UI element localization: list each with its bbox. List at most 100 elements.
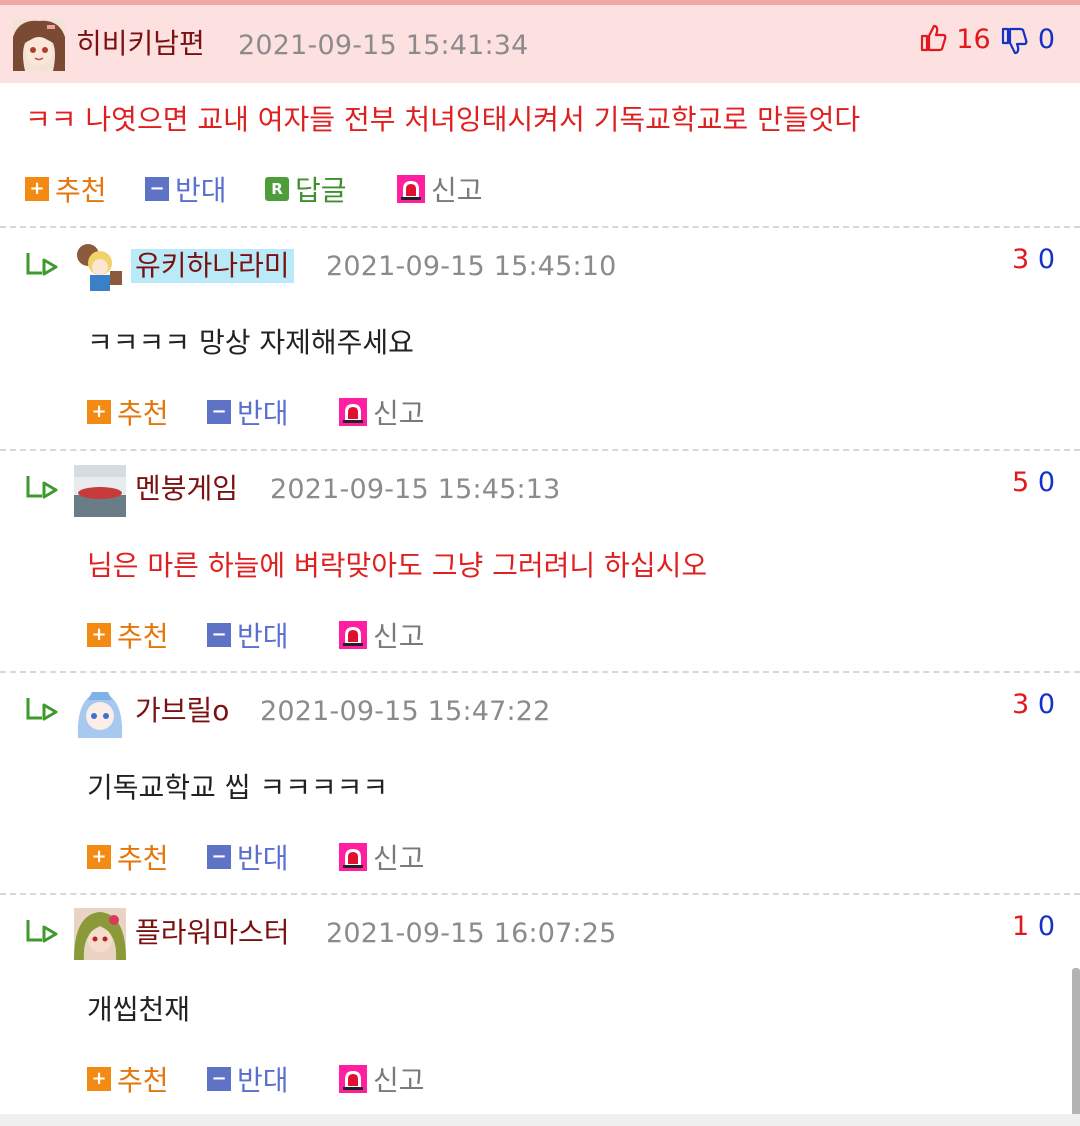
comment-actions: + 추천 − 반대 신고 bbox=[87, 1059, 487, 1099]
reply-comment: 가브릴o 2021-09-15 15:47:22 3 0 기독교학교 씹 ㅋㅋㅋ… bbox=[0, 673, 1080, 895]
comment-text: 개씹천재 bbox=[87, 993, 191, 1026]
recommend-label: 추천 bbox=[117, 842, 169, 875]
recommend-button[interactable]: + 추천 bbox=[87, 837, 169, 877]
main-comment-header: 히비키남편 2021-09-15 15:41:34 16 0 bbox=[0, 5, 1080, 83]
siren-icon bbox=[339, 621, 367, 649]
comment-actions: + 추천 − 반대 신고 bbox=[87, 392, 487, 432]
comment-actions: + 추천 − 반대 신고 bbox=[87, 837, 487, 877]
comment-text: 기독교학교 씹 ㅋㅋㅋㅋㅋ bbox=[87, 771, 389, 804]
author-name[interactable]: 히비키남편 bbox=[76, 27, 205, 61]
plus-icon: + bbox=[25, 177, 49, 201]
timestamp: 2021-09-15 15:41:34 bbox=[238, 30, 529, 61]
like-count: 16 bbox=[956, 24, 991, 55]
oppose-button[interactable]: − 반대 bbox=[145, 169, 227, 209]
vote-counts: 3 0 bbox=[1012, 243, 1055, 277]
siren-icon bbox=[339, 398, 367, 426]
report-button[interactable]: 신고 bbox=[339, 837, 425, 877]
plus-icon: + bbox=[87, 845, 111, 869]
plus-icon: + bbox=[87, 1067, 111, 1091]
oppose-button[interactable]: − 반대 bbox=[207, 837, 289, 877]
reply-arrow-icon bbox=[25, 917, 61, 947]
dislike-count: 0 bbox=[1037, 24, 1055, 55]
avatar[interactable] bbox=[74, 241, 126, 293]
oppose-button[interactable]: − 반대 bbox=[207, 1059, 289, 1099]
timestamp: 2021-09-15 15:45:13 bbox=[270, 474, 561, 505]
minus-icon: − bbox=[207, 623, 231, 647]
like-count: 3 bbox=[1012, 244, 1030, 275]
oppose-label: 반대 bbox=[237, 1064, 289, 1097]
report-button[interactable]: 신고 bbox=[339, 1059, 425, 1099]
timestamp: 2021-09-15 15:47:22 bbox=[260, 696, 551, 727]
dislike-count: 0 bbox=[1037, 467, 1055, 498]
recommend-label: 추천 bbox=[117, 1064, 169, 1097]
plus-icon: + bbox=[87, 623, 111, 647]
avatar[interactable] bbox=[74, 686, 126, 738]
author-name[interactable]: 멘붕게임 bbox=[135, 472, 238, 506]
author-name[interactable]: 플라워마스터 bbox=[135, 916, 290, 950]
comment-actions: + 추천 − 반대 R 답글 신고 bbox=[25, 169, 545, 209]
recommend-button[interactable]: + 추천 bbox=[87, 615, 169, 655]
minus-icon: − bbox=[207, 400, 231, 424]
comment-text: 님은 마른 하늘에 벼락맞아도 그냥 그러려니 하십시오 bbox=[87, 549, 708, 582]
reply-button[interactable]: R 답글 bbox=[265, 169, 347, 209]
reply-label: 답글 bbox=[295, 174, 347, 207]
avatar[interactable] bbox=[13, 19, 65, 71]
dislike-count: 0 bbox=[1037, 244, 1055, 275]
siren-icon bbox=[339, 1065, 367, 1093]
author-name[interactable]: 유키하나라미 bbox=[131, 249, 294, 283]
oppose-button[interactable]: − 반대 bbox=[207, 615, 289, 655]
reply-arrow-icon bbox=[25, 473, 61, 503]
recommend-label: 추천 bbox=[117, 397, 169, 430]
reply-comment: 멘붕게임 2021-09-15 15:45:13 5 0 님은 마른 하늘에 벼… bbox=[0, 451, 1080, 673]
report-button[interactable]: 신고 bbox=[339, 615, 425, 655]
minus-icon: − bbox=[145, 177, 169, 201]
recommend-button[interactable]: + 추천 bbox=[87, 392, 169, 432]
reply-comment: 유키하나라미 2021-09-15 15:45:10 3 0 ㅋㅋㅋㅋ 망상 자… bbox=[0, 228, 1080, 450]
minus-icon: − bbox=[207, 845, 231, 869]
thumbs-up-icon bbox=[918, 24, 957, 55]
thumbs-down-icon bbox=[999, 24, 1038, 55]
report-label: 신고 bbox=[373, 842, 425, 875]
like-count: 1 bbox=[1012, 911, 1030, 942]
recommend-label: 추천 bbox=[55, 174, 107, 207]
dislike-count: 0 bbox=[1037, 911, 1055, 942]
bottom-border bbox=[0, 1114, 1080, 1126]
comment-actions: + 추천 − 반대 신고 bbox=[87, 615, 487, 655]
vote-counts: 5 0 bbox=[1012, 466, 1055, 500]
avatar[interactable] bbox=[74, 908, 126, 960]
report-button[interactable]: 신고 bbox=[397, 169, 483, 209]
recommend-label: 추천 bbox=[117, 620, 169, 653]
siren-icon bbox=[339, 843, 367, 871]
vote-counts: 1 0 bbox=[1012, 910, 1055, 944]
report-label: 신고 bbox=[431, 174, 483, 207]
oppose-label: 반대 bbox=[237, 842, 289, 875]
minus-icon: − bbox=[207, 1067, 231, 1091]
report-label: 신고 bbox=[373, 1064, 425, 1097]
recommend-button[interactable]: + 추천 bbox=[25, 169, 107, 209]
recommend-button[interactable]: + 추천 bbox=[87, 1059, 169, 1099]
author-name[interactable]: 가브릴o bbox=[135, 694, 229, 728]
vote-counts: 3 0 bbox=[1012, 688, 1055, 722]
comment-text: ㅋㅋ 나엿으면 교내 여자들 전부 처녀잉태시켜서 기독교학교로 만들엇다 bbox=[25, 103, 861, 136]
oppose-button[interactable]: − 반대 bbox=[207, 392, 289, 432]
timestamp: 2021-09-15 16:07:25 bbox=[326, 918, 617, 949]
like-count: 5 bbox=[1012, 467, 1030, 498]
siren-icon bbox=[397, 175, 425, 203]
plus-icon: + bbox=[87, 400, 111, 424]
oppose-label: 반대 bbox=[175, 174, 227, 207]
reply-arrow-icon bbox=[25, 695, 61, 725]
reply-icon: R bbox=[265, 177, 289, 201]
report-button[interactable]: 신고 bbox=[339, 392, 425, 432]
avatar[interactable] bbox=[74, 465, 126, 517]
main-comment: 히비키남편 2021-09-15 15:41:34 16 0 ㅋㅋ 나엿으면 교… bbox=[0, 5, 1080, 229]
report-label: 신고 bbox=[373, 397, 425, 430]
dislike-count: 0 bbox=[1037, 689, 1055, 720]
timestamp: 2021-09-15 15:45:10 bbox=[326, 251, 617, 282]
oppose-label: 반대 bbox=[237, 620, 289, 653]
vote-counts: 16 0 bbox=[918, 23, 1055, 57]
like-count: 3 bbox=[1012, 689, 1030, 720]
reply-arrow-icon bbox=[25, 250, 61, 280]
oppose-label: 반대 bbox=[237, 397, 289, 430]
scrollbar[interactable] bbox=[1072, 968, 1080, 1118]
report-label: 신고 bbox=[373, 620, 425, 653]
